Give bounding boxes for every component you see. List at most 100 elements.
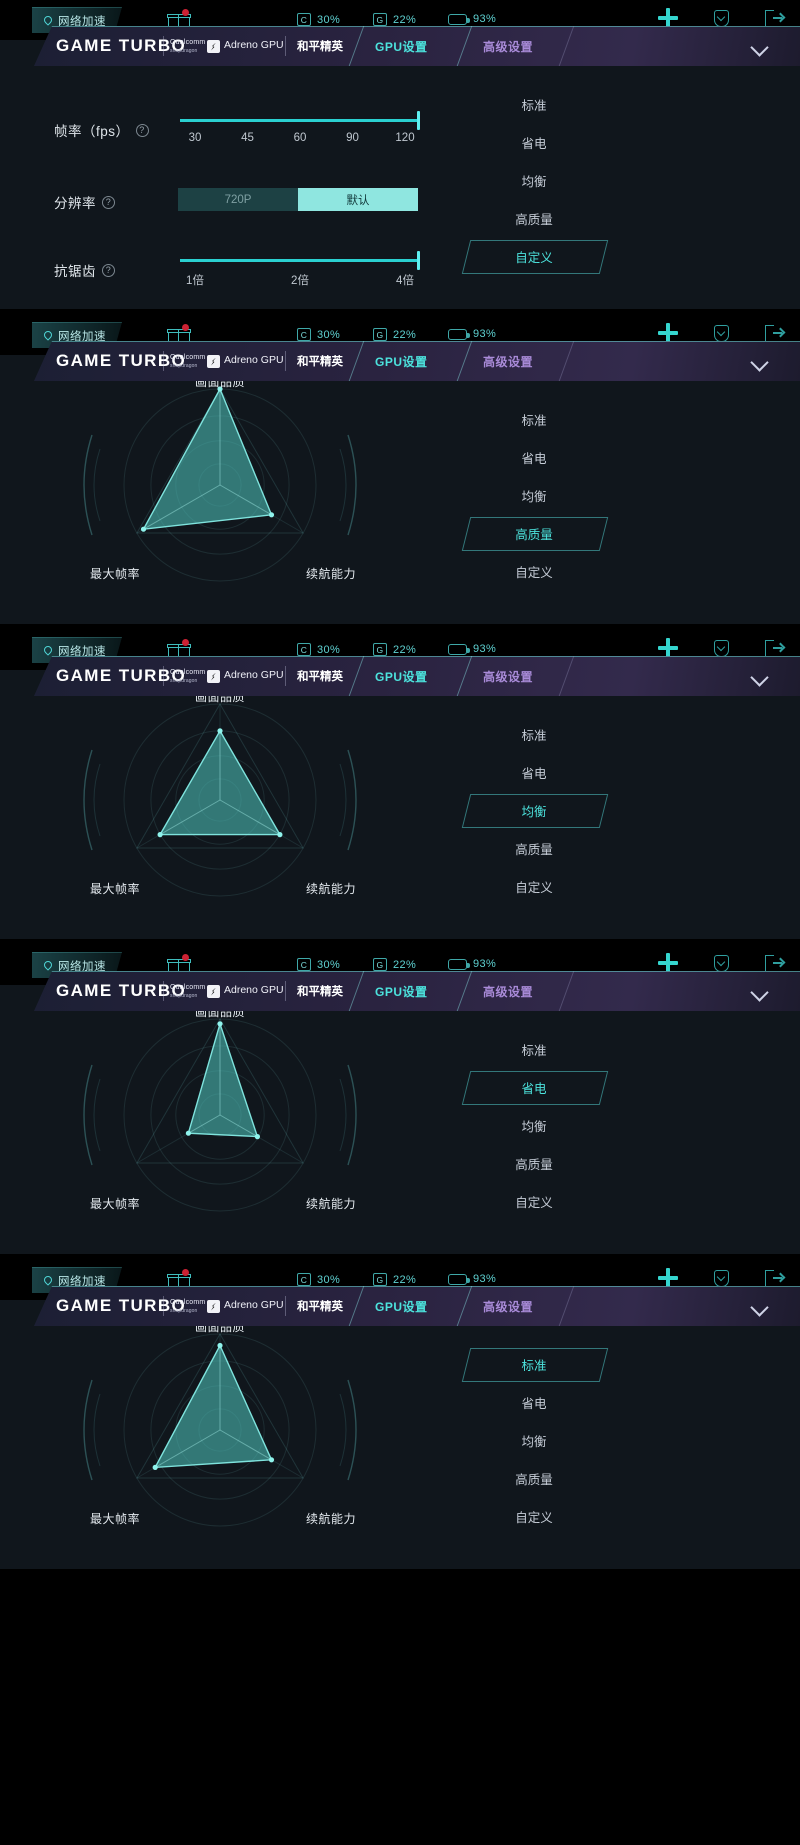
preset-standard[interactable]: 标准: [470, 1033, 598, 1065]
preset-balanced[interactable]: 均衡: [470, 1424, 598, 1456]
fps-tick: 45: [241, 132, 254, 144]
battery-level: 93%: [448, 643, 496, 655]
panel-radar-high_quality: 网络加速 C 30% G 22% 93% GAME TURBO Qualcomm…: [0, 315, 800, 624]
preset-standard[interactable]: 标准: [470, 88, 598, 120]
preset-power_save[interactable]: 省电: [470, 756, 598, 788]
preset-high_quality[interactable]: 高质量: [470, 517, 598, 549]
radar-chart: 画面品质 续航能力 最大帧率: [40, 375, 460, 620]
exit-icon[interactable]: [765, 1269, 786, 1287]
preset-power_save[interactable]: 省电: [470, 441, 598, 473]
preset-custom[interactable]: 自定义: [470, 240, 598, 272]
radar-chart: 画面品质 续航能力 最大帧率: [40, 1005, 460, 1250]
chevron-down-icon[interactable]: [753, 356, 765, 368]
shield-icon[interactable]: [714, 1269, 729, 1287]
fps-ticks: 30 45 60 90 120: [180, 132, 420, 144]
tab-advanced-settings[interactable]: 高级设置: [483, 1298, 533, 1315]
resolution-label-row: 分辨率 ?: [54, 192, 115, 212]
app-header: GAME TURBO Qualcomm snapdragon Adreno GPU…: [0, 1286, 800, 1326]
preset-high_quality[interactable]: 高质量: [470, 832, 598, 864]
tab-advanced-settings[interactable]: 高级设置: [483, 983, 533, 1000]
adreno-gpu-label: Adreno GPU: [224, 39, 284, 51]
location-pin-icon: [42, 959, 54, 971]
preset-high-quality[interactable]: 高质量: [470, 202, 598, 234]
help-icon[interactable]: ?: [135, 123, 149, 137]
plus-icon[interactable]: [658, 638, 678, 658]
tab-gpu-settings[interactable]: GPU设置: [375, 668, 428, 685]
chevron-down-icon[interactable]: [753, 1301, 765, 1313]
shield-icon[interactable]: [714, 324, 729, 342]
exit-icon[interactable]: [765, 324, 786, 342]
preset-high_quality[interactable]: 高质量: [470, 1462, 598, 1494]
adreno-badge-icon: [207, 1300, 220, 1313]
preset-standard[interactable]: 标准: [470, 718, 598, 750]
tab-gpu-settings[interactable]: GPU设置: [375, 1298, 428, 1315]
brand-title: GAME TURBO: [56, 981, 187, 1000]
exit-icon[interactable]: [765, 9, 786, 27]
plus-icon[interactable]: [658, 323, 678, 343]
resolution-option-default[interactable]: 默认: [298, 188, 418, 211]
preset-custom[interactable]: 自定义: [470, 555, 598, 587]
chevron-down-icon[interactable]: [753, 986, 765, 998]
battery-icon: [448, 328, 470, 340]
plus-icon[interactable]: [658, 8, 678, 28]
fps-slider[interactable]: 30 45 60 90 120: [180, 110, 420, 144]
antialiasing-slider-knob[interactable]: [417, 251, 420, 270]
tab-advanced-settings[interactable]: 高级设置: [483, 353, 533, 370]
panel-radar-power_save: 网络加速 C 30% G 22% 93% GAME TURBO Qualcomm…: [0, 945, 800, 1254]
shield-icon[interactable]: [714, 9, 729, 27]
chevron-down-icon[interactable]: [753, 671, 765, 683]
qualcomm-logo: Qualcomm snapdragon: [170, 39, 206, 54]
antialiasing-slider[interactable]: 1倍 2倍 4倍: [180, 250, 420, 287]
radar-axis-label-right: 续航能力: [306, 1512, 357, 1526]
preset-balanced[interactable]: 均衡: [470, 164, 598, 196]
tab-gpu-settings[interactable]: GPU设置: [375, 983, 428, 1000]
preset-standard[interactable]: 标准: [470, 403, 598, 435]
tab-advanced-settings[interactable]: 高级设置: [483, 38, 533, 55]
preset-balanced[interactable]: 均衡: [470, 1109, 598, 1141]
preset-list: 标准省电均衡高质量自定义: [470, 1326, 800, 1569]
game-name-label: 和平精英: [297, 986, 343, 998]
status-bar-actions: [658, 323, 786, 343]
cpu-usage-value: 30%: [317, 328, 341, 341]
radar-chart: 画面品质 续航能力 最大帧率: [40, 690, 460, 935]
plus-icon[interactable]: [658, 953, 678, 973]
preset-balanced[interactable]: 均衡: [470, 479, 598, 511]
preset-custom[interactable]: 自定义: [470, 870, 598, 902]
exit-icon[interactable]: [765, 954, 786, 972]
radar-axis-label-left: 最大帧率: [90, 1512, 141, 1526]
shield-icon[interactable]: [714, 639, 729, 657]
help-icon[interactable]: ?: [102, 263, 115, 277]
fps-slider-knob[interactable]: [417, 111, 420, 130]
battery-icon: [448, 13, 470, 25]
chevron-down-icon[interactable]: [753, 41, 765, 53]
radar-axis-label-left: 最大帧率: [90, 1197, 141, 1211]
preset-list: 标准省电均衡高质量自定义: [470, 1011, 800, 1254]
game-name-label: 和平精英: [297, 1301, 343, 1313]
brand-title: GAME TURBO: [56, 666, 187, 685]
gpu-usage-value: 22%: [393, 328, 417, 341]
resolution-segmented-control[interactable]: 720P 默认: [178, 188, 418, 211]
tab-advanced-settings[interactable]: 高级设置: [483, 668, 533, 685]
battery-value: 93%: [473, 328, 497, 340]
cpu-usage-value: 30%: [317, 1273, 341, 1286]
tab-gpu-settings[interactable]: GPU设置: [375, 38, 428, 55]
preset-power-save[interactable]: 省电: [470, 126, 598, 158]
status-bar-actions: [658, 1268, 786, 1288]
preset-custom[interactable]: 自定义: [470, 1185, 598, 1217]
cpu-usage: C 30%: [297, 958, 340, 971]
plus-icon[interactable]: [658, 1268, 678, 1288]
preset-power_save[interactable]: 省电: [470, 1071, 598, 1103]
tab-gpu-settings[interactable]: GPU设置: [375, 353, 428, 370]
preset-balanced[interactable]: 均衡: [470, 794, 598, 826]
preset-standard[interactable]: 标准: [470, 1348, 598, 1380]
preset-custom[interactable]: 自定义: [470, 1500, 598, 1532]
resolution-option-720p[interactable]: 720P: [178, 188, 298, 211]
adreno-badge-icon: [207, 985, 220, 998]
preset-power_save[interactable]: 省电: [470, 1386, 598, 1418]
help-icon[interactable]: ?: [102, 195, 115, 209]
exit-icon[interactable]: [765, 639, 786, 657]
antialiasing-ticks: 1倍 2倍 4倍: [180, 272, 420, 288]
preset-high_quality[interactable]: 高质量: [470, 1147, 598, 1179]
shield-icon[interactable]: [714, 954, 729, 972]
radar-axis-label-right: 续航能力: [306, 882, 357, 896]
